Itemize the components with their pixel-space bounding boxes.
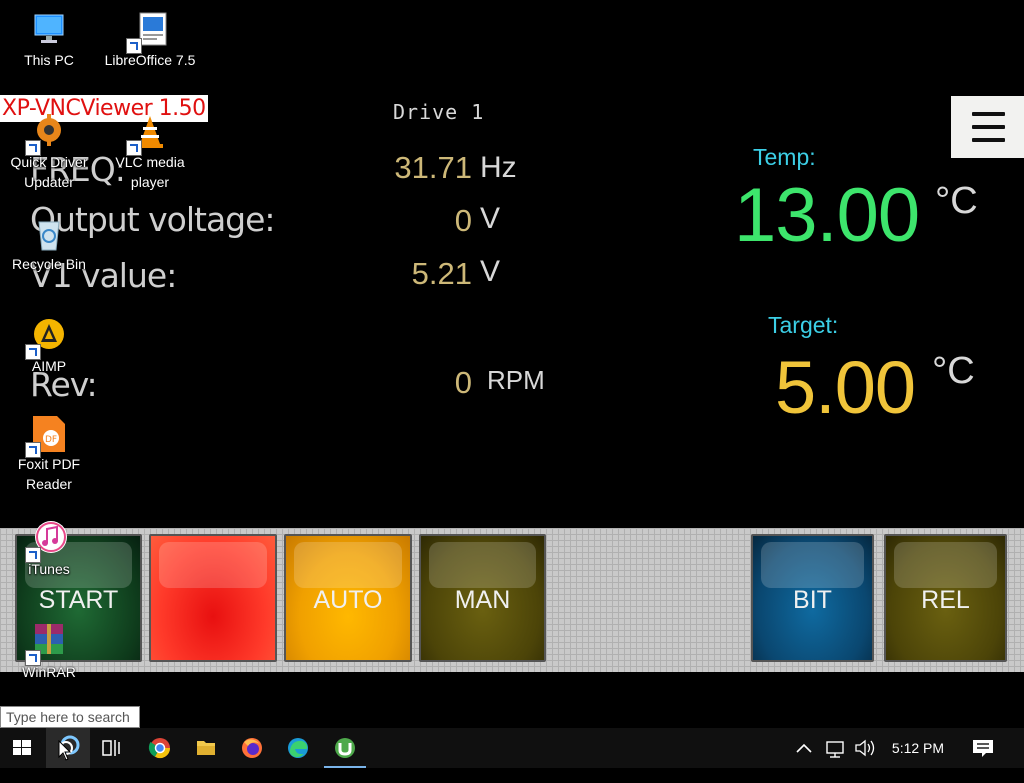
chevron-up-icon bbox=[796, 743, 812, 753]
clock[interactable]: 5:12 PM bbox=[882, 728, 954, 768]
desktop-icon-label: Quick Driver Updater bbox=[10, 154, 88, 190]
man-button-label: MAN bbox=[454, 586, 511, 614]
driver-updater-icon bbox=[25, 112, 69, 156]
desktop-icon-label: VLC media player bbox=[115, 154, 185, 190]
button-shine bbox=[894, 542, 997, 588]
shortcut-arrow-icon bbox=[126, 140, 142, 156]
desktop-icon-quick-driver-updater[interactable]: Quick Driver Updater bbox=[3, 112, 95, 192]
shortcut-arrow-icon bbox=[25, 650, 41, 666]
recycle-bin-icon bbox=[29, 214, 69, 254]
svg-text:DF: DF bbox=[45, 435, 57, 445]
shortcut-arrow-icon bbox=[25, 140, 41, 156]
taskbar-firefox[interactable] bbox=[232, 728, 272, 768]
v1-unit: V bbox=[480, 255, 501, 288]
taskbar-edge[interactable] bbox=[278, 728, 318, 768]
desktop-icon-label: WinRAR bbox=[22, 664, 76, 680]
taskbar-utorrent[interactable] bbox=[324, 728, 366, 768]
v1-value: 5.21 bbox=[411, 256, 472, 291]
stop-button[interactable] bbox=[149, 534, 277, 662]
rel-button-label: REL bbox=[921, 586, 970, 614]
button-shine bbox=[294, 542, 402, 588]
foxit-icon: DF bbox=[25, 414, 69, 458]
show-hidden-icons-button[interactable] bbox=[792, 728, 816, 768]
task-view-button[interactable] bbox=[92, 728, 132, 768]
chrome-icon bbox=[148, 738, 171, 759]
target-value: 5.00 bbox=[775, 346, 916, 429]
desktop-icon-label: iTunes bbox=[28, 561, 70, 577]
utorrent-icon bbox=[335, 738, 355, 758]
start-button-label: START bbox=[38, 586, 119, 614]
freq-unit: Hz bbox=[480, 151, 517, 184]
desktop-icon-label: Foxit PDF Reader bbox=[17, 456, 81, 492]
taskbar: 5:12 PM bbox=[0, 728, 1024, 768]
itunes-icon bbox=[25, 519, 69, 563]
desktop-icon-foxit[interactable]: DF Foxit PDF Reader bbox=[3, 414, 95, 494]
desktop-icon-label: This PC bbox=[24, 52, 74, 68]
task-view-icon bbox=[102, 740, 120, 756]
button-shine bbox=[429, 542, 536, 588]
menu-icon-bar bbox=[972, 138, 1005, 142]
network-button[interactable] bbox=[822, 728, 848, 768]
temp-value: 13.00 bbox=[734, 173, 920, 258]
file-explorer-icon bbox=[197, 741, 215, 755]
freq-value: 31.71 bbox=[394, 150, 472, 185]
start-button[interactable] bbox=[0, 728, 44, 768]
mouse-cursor-icon bbox=[58, 740, 72, 761]
menu-icon-bar bbox=[972, 125, 1005, 129]
bit-button-label: BIT bbox=[793, 586, 832, 614]
menu-icon bbox=[972, 112, 1005, 116]
edge-icon bbox=[288, 738, 308, 758]
hamburger-menu-button[interactable] bbox=[951, 96, 1024, 158]
shortcut-arrow-icon bbox=[126, 38, 142, 54]
desktop-icon-winrar[interactable]: WinRAR bbox=[3, 622, 95, 682]
winrar-icon bbox=[25, 622, 69, 666]
rel-button[interactable]: REL bbox=[884, 534, 1007, 662]
computer-icon bbox=[29, 10, 69, 50]
drive-title: Drive 1 bbox=[393, 100, 485, 124]
notification-icon bbox=[973, 740, 993, 757]
temp-unit: °C bbox=[935, 180, 978, 222]
temp-label: Temp: bbox=[753, 144, 816, 170]
firefox-icon bbox=[242, 738, 262, 758]
button-shine bbox=[761, 542, 864, 588]
output-voltage-value: 0 bbox=[454, 203, 472, 238]
speaker-icon bbox=[855, 739, 875, 757]
desktop-icon-aimp[interactable]: AIMP bbox=[3, 316, 95, 376]
button-shine bbox=[159, 542, 267, 588]
target-unit: °C bbox=[932, 350, 975, 392]
search-tooltip: Type here to search bbox=[0, 706, 140, 728]
network-icon bbox=[826, 741, 844, 758]
rev-value: 0 bbox=[454, 365, 472, 400]
desktop-icon-vlc[interactable]: VLC media player bbox=[104, 112, 196, 192]
libreoffice-icon bbox=[126, 10, 170, 54]
desktop-icon-recycle-bin[interactable]: Recycle Bin bbox=[3, 214, 95, 274]
target-label: Target: bbox=[768, 312, 839, 338]
desktop-icon-label: LibreOffice 7.5 bbox=[104, 52, 196, 68]
output-voltage-unit: V bbox=[480, 202, 501, 235]
taskbar-chrome[interactable] bbox=[140, 728, 180, 768]
auto-button-label: AUTO bbox=[313, 586, 383, 614]
shortcut-arrow-icon bbox=[25, 547, 41, 563]
desktop-icon-itunes[interactable]: iTunes bbox=[3, 519, 95, 579]
man-button[interactable]: MAN bbox=[419, 534, 546, 662]
desktop: XP-VNCViewer 1.50 Drive 1 FREQ: 31.71 Hz… bbox=[0, 0, 1024, 728]
desktop-icon-label: AIMP bbox=[31, 358, 67, 374]
volume-button[interactable] bbox=[852, 728, 878, 768]
action-center-button[interactable] bbox=[962, 728, 1004, 768]
desktop-icon-label: Recycle Bin bbox=[12, 256, 86, 272]
rev-unit: RPM bbox=[487, 365, 545, 395]
aimp-icon bbox=[25, 316, 69, 360]
auto-button[interactable]: AUTO bbox=[284, 534, 412, 662]
desktop-icon-libreoffice[interactable]: LibreOffice 7.5 bbox=[104, 10, 196, 70]
windows-start-icon bbox=[13, 740, 31, 755]
bit-button[interactable]: BIT bbox=[751, 534, 874, 662]
taskbar-file-explorer[interactable] bbox=[186, 728, 226, 768]
shortcut-arrow-icon bbox=[25, 344, 41, 360]
vlc-icon bbox=[126, 112, 170, 156]
shortcut-arrow-icon bbox=[25, 442, 41, 458]
desktop-icon-this-pc[interactable]: This PC bbox=[3, 10, 95, 70]
